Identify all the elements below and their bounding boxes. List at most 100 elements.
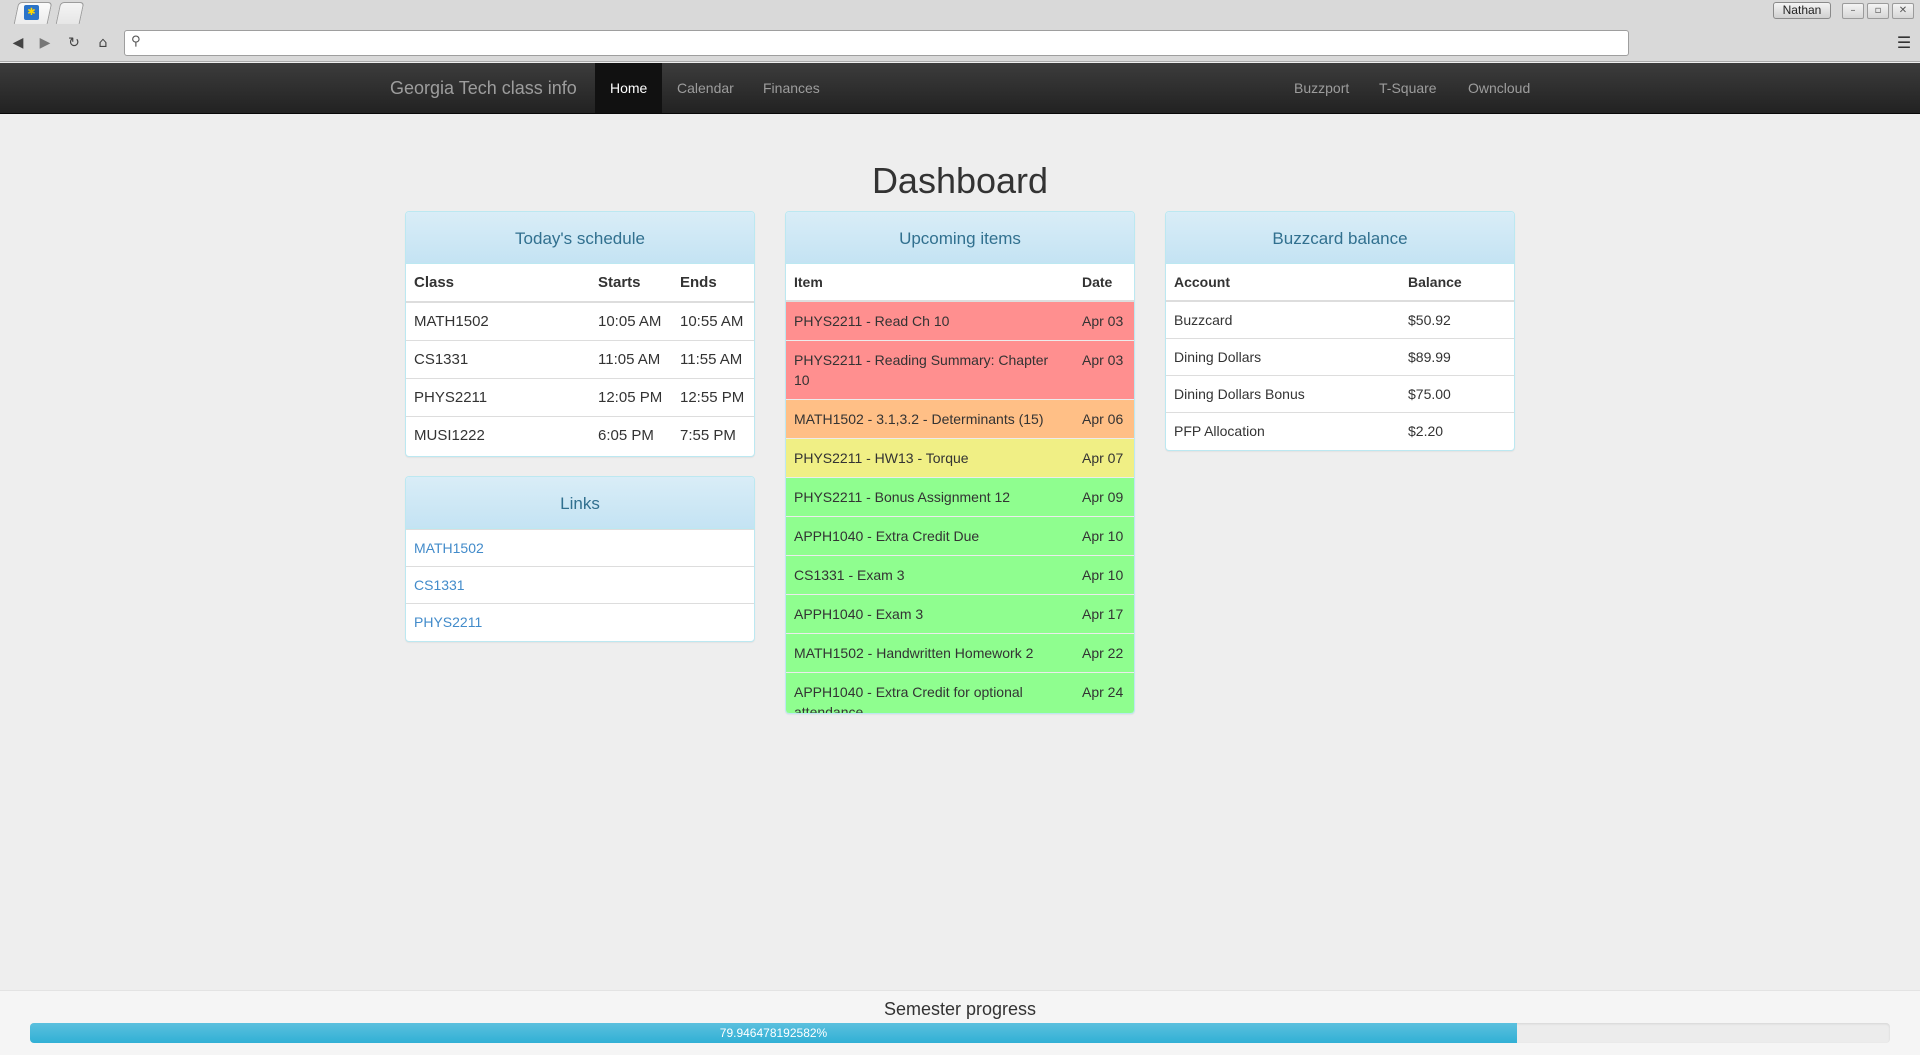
- link-cs1331[interactable]: CS1331: [406, 566, 754, 603]
- progress-label: Semester progress: [883, 999, 1037, 1019]
- table-row: CS1331 11:05 AM 11:55 AM: [406, 339, 754, 378]
- nav-buzzport[interactable]: Buzzport: [1279, 63, 1364, 113]
- class-cell: PHYS2211: [406, 377, 590, 416]
- nav-owncloud[interactable]: Owncloud: [1453, 63, 1545, 113]
- account-cell: Dining Dollars: [1166, 337, 1400, 375]
- table-row: APPH1040 - Extra Credit for optional att…: [786, 672, 1134, 713]
- end-time-cell: 12:55 PM: [672, 377, 754, 416]
- account-cell: Buzzcard: [1166, 300, 1400, 338]
- profile-badge[interactable]: Nathan: [1773, 2, 1831, 19]
- table-row: CS1331 - Exam 3 Apr 10: [786, 555, 1134, 595]
- table-row: MATH1502 - Handwritten Homework 2 Apr 22: [786, 633, 1134, 673]
- nav-calendar[interactable]: Calendar: [662, 63, 749, 113]
- back-button[interactable]: ◀: [8, 33, 28, 53]
- reload-icon: ↻: [68, 35, 80, 51]
- column-header: Balance: [1400, 264, 1514, 302]
- link-math1502[interactable]: MATH1502: [406, 529, 754, 566]
- table-row: PHYS2211 - Reading Summary: Chapter 10 A…: [786, 340, 1134, 400]
- magnifier-icon: ⚲: [131, 34, 141, 49]
- browser-chrome: ✱ Nathan – ▫ ✕ ◀ ▶ ↻ ⌂ ⚲ ☰: [0, 0, 1920, 62]
- buzz-favicon-icon: ✱: [24, 5, 39, 20]
- reload-button[interactable]: ↻: [64, 33, 84, 53]
- progress-bar-track: 79.946478192582%: [30, 1023, 1890, 1043]
- item-cell: PHYS2211 - HW13 - Torque: [786, 438, 1074, 478]
- semester-progress-footer: Semester progress 79.946478192582%: [0, 990, 1920, 1055]
- table-row: APPH1040 - Exam 3 Apr 17: [786, 594, 1134, 634]
- balance-cell: $75.00: [1400, 374, 1514, 412]
- nav-home[interactable]: Home: [595, 63, 663, 113]
- browser-menu-button[interactable]: ☰: [1895, 34, 1913, 52]
- tab-strip: ✱ Nathan – ▫ ✕: [0, 0, 1920, 24]
- item-cell: MATH1502 - 3.1,3.2 - Determinants (15): [786, 399, 1074, 439]
- home-icon: ⌂: [98, 35, 108, 51]
- links-panel-title: Links: [406, 477, 754, 529]
- schedule-table: Class Starts Ends MATH1502 10:05 AM 10:5…: [406, 264, 754, 454]
- table-row: PHYS2211 12:05 PM 12:55 PM: [406, 377, 754, 416]
- balance-cell: $2.20: [1400, 411, 1514, 449]
- omnibox[interactable]: ⚲: [124, 30, 1629, 56]
- date-cell: Apr 03: [1074, 300, 1134, 341]
- item-cell: MATH1502 - Handwritten Homework 2: [786, 633, 1074, 673]
- item-cell: PHYS2211 - Bonus Assignment 12: [786, 477, 1074, 517]
- buzzcard-panel-title: Buzzcard balance: [1166, 212, 1514, 264]
- schedule-panel-title: Today's schedule: [406, 212, 754, 264]
- date-cell: Apr 17: [1074, 594, 1134, 634]
- end-time-cell: 7:55 PM: [672, 415, 754, 454]
- start-time-cell: 11:05 AM: [590, 339, 672, 378]
- table-row: APPH1040 - Extra Credit Due Apr 10: [786, 516, 1134, 556]
- class-cell: CS1331: [406, 339, 590, 378]
- nav-finances[interactable]: Finances: [748, 63, 835, 113]
- arrow-right-icon: ▶: [39, 35, 51, 51]
- balance-cell: $89.99: [1400, 337, 1514, 375]
- table-row: MUSI1222 6:05 PM 7:55 PM: [406, 415, 754, 454]
- table-row: PHYS2211 - Read Ch 10 Apr 03: [786, 300, 1134, 341]
- minimize-button[interactable]: –: [1842, 3, 1864, 19]
- upcoming-table: Item Date PHYS2211 - Read Ch 10 Apr 03 P…: [786, 264, 1134, 713]
- column-header: Item: [786, 264, 1074, 302]
- column-header: Ends: [672, 264, 754, 303]
- address-input[interactable]: [149, 33, 1619, 53]
- link-phys2211[interactable]: PHYS2211: [406, 603, 754, 640]
- new-tab-button[interactable]: [55, 2, 85, 24]
- forward-button[interactable]: ▶: [35, 33, 55, 53]
- item-cell: PHYS2211 - Reading Summary: Chapter 10: [786, 340, 1074, 400]
- date-cell: Apr 03: [1074, 340, 1134, 400]
- date-cell: Apr 10: [1074, 516, 1134, 556]
- buzzcard-panel: Buzzcard balance Account Balance Buzzcar…: [1165, 211, 1515, 451]
- date-cell: Apr 09: [1074, 477, 1134, 517]
- table-header-row: Account Balance: [1166, 264, 1514, 302]
- home-button[interactable]: ⌂: [93, 33, 113, 53]
- date-cell: Apr 06: [1074, 399, 1134, 439]
- column-header: Date: [1074, 264, 1134, 302]
- site-navbar: Georgia Tech class info Home Calendar Fi…: [0, 63, 1920, 114]
- table-header-row: Item Date: [786, 264, 1134, 302]
- browser-toolbar: ◀ ▶ ↻ ⌂ ⚲ ☰: [0, 26, 1920, 60]
- schedule-panel: Today's schedule Class Starts Ends MATH1…: [405, 211, 755, 457]
- buzzcard-table: Account Balance Buzzcard $50.92 Dining D…: [1166, 264, 1514, 449]
- item-cell: PHYS2211 - Read Ch 10: [786, 300, 1074, 341]
- brand-link[interactable]: Georgia Tech class info: [390, 63, 577, 113]
- account-cell: PFP Allocation: [1166, 411, 1400, 449]
- progress-bar-fill: 79.946478192582%: [30, 1023, 1517, 1043]
- class-cell: MUSI1222: [406, 415, 590, 454]
- item-cell: CS1331 - Exam 3: [786, 555, 1074, 595]
- maximize-button[interactable]: ▫: [1867, 3, 1889, 19]
- upcoming-panel-title: Upcoming items: [786, 212, 1134, 264]
- table-row: PFP Allocation $2.20: [1166, 411, 1514, 449]
- table-row: MATH1502 - 3.1,3.2 - Determinants (15) A…: [786, 399, 1134, 439]
- date-cell: Apr 22: [1074, 633, 1134, 673]
- table-row: Buzzcard $50.92: [1166, 300, 1514, 338]
- arrow-left-icon: ◀: [12, 35, 24, 51]
- close-window-button[interactable]: ✕: [1892, 3, 1914, 19]
- hamburger-icon: ☰: [1896, 33, 1912, 52]
- links-panel: Links MATH1502 CS1331 PHYS2211: [405, 476, 755, 642]
- item-cell: APPH1040 - Extra Credit Due: [786, 516, 1074, 556]
- column-header: Class: [406, 264, 590, 303]
- balance-cell: $50.92: [1400, 300, 1514, 338]
- page-title: Dashboard: [871, 160, 1049, 201]
- column-header: Starts: [590, 264, 672, 303]
- upcoming-items-panel: Upcoming items Item Date PHYS2211 - Read…: [785, 211, 1135, 714]
- nav-tsquare[interactable]: T-Square: [1364, 63, 1452, 113]
- column-header: Account: [1166, 264, 1400, 302]
- date-cell: Apr 07: [1074, 438, 1134, 478]
